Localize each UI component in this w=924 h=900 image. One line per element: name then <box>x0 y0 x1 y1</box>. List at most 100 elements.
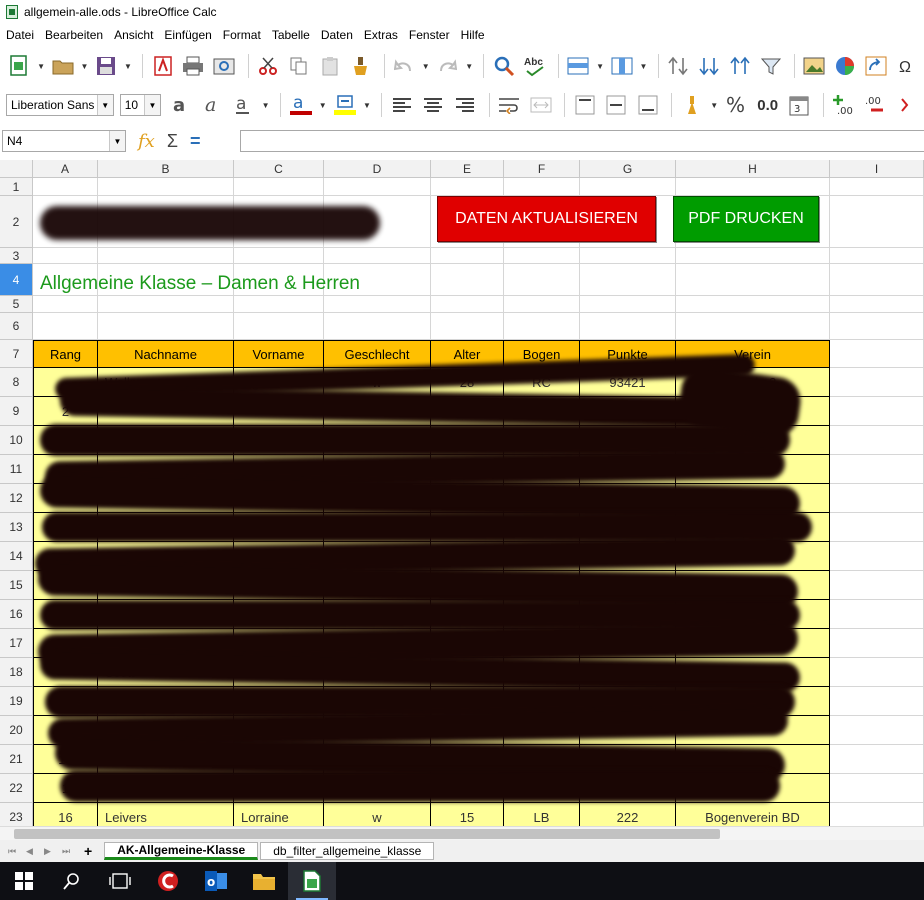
new-dropdown-icon[interactable]: ▼ <box>37 52 46 80</box>
grid-cell[interactable] <box>324 296 431 313</box>
grid-cell[interactable] <box>830 426 924 455</box>
table-cell[interactable]: w <box>324 803 431 826</box>
export-pdf-icon[interactable] <box>149 52 176 80</box>
font-size-box[interactable]: 10 ▼ <box>119 94 161 116</box>
open-folder-icon[interactable] <box>49 52 76 80</box>
undo-icon[interactable] <box>391 52 418 80</box>
insert-chart-icon[interactable] <box>832 52 859 80</box>
font-name-dropdown-icon[interactable]: ▼ <box>96 95 113 115</box>
table-cell[interactable]: 16 <box>33 803 98 826</box>
row-header-1[interactable]: 1 <box>0 178 33 196</box>
row-header-9[interactable]: 9 <box>0 397 33 426</box>
menu-format[interactable]: Format <box>223 28 261 42</box>
name-box-dropdown-icon[interactable]: ▼ <box>109 131 125 151</box>
grid-cell[interactable] <box>33 313 98 340</box>
table-cell[interactable]: LB <box>504 803 580 826</box>
grid-cell[interactable] <box>431 296 504 313</box>
background-color-icon[interactable] <box>331 91 358 119</box>
grid-cell[interactable] <box>830 455 924 484</box>
grid-cell[interactable] <box>324 313 431 340</box>
grid-cell[interactable] <box>830 368 924 397</box>
align-center-vertical-icon[interactable] <box>603 91 630 119</box>
menu-tabelle[interactable]: Tabelle <box>272 28 310 42</box>
add-sheet-icon[interactable]: + <box>84 843 92 859</box>
row-header-21[interactable]: 21 <box>0 745 33 774</box>
font-name-box[interactable]: Liberation Sans ▼ <box>6 94 114 116</box>
font-size-dropdown-icon[interactable]: ▼ <box>143 95 160 115</box>
grid-cell[interactable] <box>431 313 504 340</box>
grid-cell[interactable] <box>830 196 924 248</box>
row-header-19[interactable]: 19 <box>0 687 33 716</box>
grid-cell[interactable] <box>98 296 234 313</box>
grid-cell[interactable] <box>830 513 924 542</box>
grid-cell[interactable] <box>830 397 924 426</box>
cut-icon[interactable] <box>255 52 282 80</box>
paste-icon[interactable] <box>316 52 343 80</box>
grid-cell[interactable] <box>676 248 830 264</box>
grid-cell[interactable] <box>234 296 324 313</box>
grid-cell[interactable] <box>580 296 676 313</box>
grid-cell[interactable] <box>98 248 234 264</box>
align-bottom-icon[interactable] <box>634 91 661 119</box>
date-format-icon[interactable]: 3 <box>785 91 812 119</box>
row-header-18[interactable]: 18 <box>0 658 33 687</box>
grid-cell[interactable] <box>580 178 676 196</box>
grid-cell[interactable] <box>580 264 676 296</box>
background-color-dropdown-icon[interactable]: ▼ <box>363 91 372 119</box>
windows-start-icon[interactable] <box>0 862 48 900</box>
row-icon[interactable] <box>565 52 592 80</box>
menu-extras[interactable]: Extras <box>364 28 398 42</box>
align-right-icon[interactable] <box>451 91 478 119</box>
add-decimal-icon[interactable]: .00 <box>830 91 857 119</box>
task-view-icon[interactable] <box>96 862 144 900</box>
special-character-icon[interactable]: Ω <box>893 52 920 80</box>
grid-cell[interactable] <box>504 296 580 313</box>
grid-cell[interactable] <box>324 248 431 264</box>
last-sheet-icon[interactable]: ⏭ <box>62 846 74 857</box>
row-header-3[interactable]: 3 <box>0 248 33 264</box>
menu-einfuegen[interactable]: Einfügen <box>164 28 211 42</box>
align-left-icon[interactable] <box>388 91 415 119</box>
column-header-b[interactable]: B <box>98 160 234 178</box>
name-box[interactable]: N4 ▼ <box>2 130 126 152</box>
font-color-dropdown-icon[interactable]: ▼ <box>318 91 327 119</box>
grid-cell[interactable] <box>234 313 324 340</box>
update-data-button[interactable]: DATEN AKTUALISIEREN <box>437 196 656 242</box>
column-dropdown-icon[interactable]: ▼ <box>639 52 648 80</box>
percent-icon[interactable]: % <box>723 91 750 119</box>
sum-icon[interactable]: Σ <box>167 131 178 152</box>
file-explorer-icon[interactable] <box>240 862 288 900</box>
grid-cell[interactable] <box>431 178 504 196</box>
table-header-nachname[interactable]: Nachname <box>98 340 234 368</box>
grid-cell[interactable] <box>580 248 676 264</box>
table-cell[interactable]: Lorraine <box>234 803 324 826</box>
grid-cell[interactable] <box>830 178 924 196</box>
row-header-8[interactable]: 8 <box>0 368 33 397</box>
row-header-15[interactable]: 15 <box>0 571 33 600</box>
column-header-d[interactable]: D <box>324 160 431 178</box>
column-header-h[interactable]: H <box>676 160 830 178</box>
number-format-button[interactable]: 0.0 <box>754 91 781 119</box>
table-header-rang[interactable]: Rang <box>33 340 98 368</box>
grid-cell[interactable] <box>676 296 830 313</box>
sort-icon[interactable] <box>665 52 692 80</box>
menu-datei[interactable]: Datei <box>6 28 34 42</box>
column-header-c[interactable]: C <box>234 160 324 178</box>
row-header-16[interactable]: 16 <box>0 600 33 629</box>
grid-cell[interactable] <box>830 687 924 716</box>
first-sheet-icon[interactable]: ⏮ <box>8 846 20 857</box>
grid-cell[interactable] <box>830 600 924 629</box>
previous-sheet-icon[interactable]: ◀ <box>26 846 38 857</box>
grid-cell[interactable] <box>33 296 98 313</box>
sort-ascending-icon[interactable] <box>696 52 723 80</box>
column-header-i[interactable]: I <box>830 160 924 178</box>
row-header-6[interactable]: 6 <box>0 313 33 340</box>
currency-icon[interactable] <box>678 91 705 119</box>
menu-fenster[interactable]: Fenster <box>409 28 450 42</box>
save-dropdown-icon[interactable]: ▼ <box>124 52 133 80</box>
find-replace-icon[interactable] <box>490 52 517 80</box>
menu-ansicht[interactable]: Ansicht <box>114 28 153 42</box>
column-header-e[interactable]: E <box>431 160 504 178</box>
clone-formatting-icon[interactable] <box>347 52 374 80</box>
grid-cell[interactable] <box>676 264 830 296</box>
